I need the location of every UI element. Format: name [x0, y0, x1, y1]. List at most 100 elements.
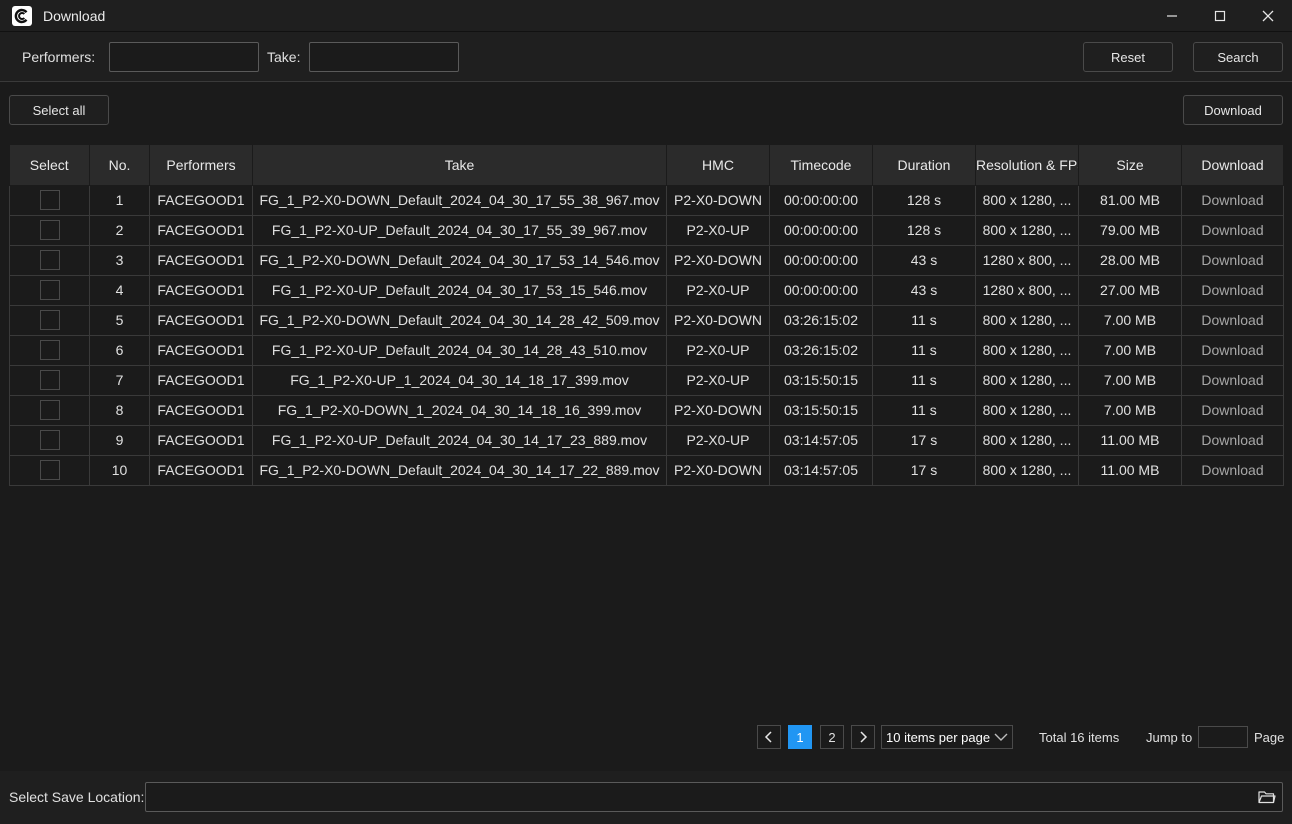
filter-bar: Performers: Take: Reset Search: [0, 32, 1292, 82]
download-link[interactable]: Download: [1181, 455, 1284, 486]
row-checkbox[interactable]: [39, 400, 60, 420]
download-link[interactable]: Download: [1181, 365, 1284, 396]
download-link[interactable]: Download: [1181, 185, 1284, 216]
reset-button[interactable]: Reset: [1083, 42, 1173, 72]
resolution-cell: 800 x 1280, ...: [975, 215, 1079, 246]
table-row: 7 FACEGOOD1 FG_1_P2-X0-UP_1_2024_04_30_1…: [9, 365, 1284, 396]
no-cell: 10: [89, 455, 150, 486]
minimize-button[interactable]: [1148, 0, 1196, 32]
timecode-cell: 03:26:15:02: [769, 335, 873, 366]
resolution-cell: 800 x 1280, ...: [975, 455, 1079, 486]
select-cell: [9, 185, 90, 216]
select-cell: [9, 395, 90, 426]
items-per-page-select[interactable]: 10 items per page: [881, 725, 1013, 749]
select-cell: [9, 275, 90, 306]
take-cell: FG_1_P2-X0-DOWN_Default_2024_04_30_14_28…: [252, 305, 667, 336]
download-link[interactable]: Download: [1181, 395, 1284, 426]
duration-cell: 17 s: [872, 425, 976, 456]
resolution-cell: 800 x 1280, ...: [975, 305, 1079, 336]
duration-cell: 11 s: [872, 305, 976, 336]
maximize-icon: [1214, 10, 1226, 22]
jump-to-label: Jump to: [1146, 730, 1193, 745]
header-download[interactable]: Download: [1181, 145, 1284, 186]
row-checkbox[interactable]: [39, 340, 60, 360]
total-items-label: Total 16 items: [1039, 730, 1120, 745]
download-link[interactable]: Download: [1181, 275, 1284, 306]
performers-input[interactable]: [109, 42, 259, 72]
header-performers[interactable]: Performers: [149, 145, 253, 186]
take-cell: FG_1_P2-X0-DOWN_Default_2024_04_30_17_55…: [252, 185, 667, 216]
timecode-cell: 00:00:00:00: [769, 215, 873, 246]
window-title: Download: [43, 7, 106, 24]
table-header-row: Select No. Performers Take HMC Timecode …: [9, 145, 1284, 186]
page-button-1[interactable]: 1: [788, 725, 812, 749]
row-checkbox[interactable]: [39, 190, 60, 210]
header-hmc[interactable]: HMC: [666, 145, 770, 186]
row-checkbox[interactable]: [39, 280, 60, 300]
select-all-button[interactable]: Select all: [9, 95, 109, 125]
header-no[interactable]: No.: [89, 145, 150, 186]
size-cell: 7.00 MB: [1078, 335, 1182, 366]
duration-cell: 128 s: [872, 185, 976, 216]
prev-page-button[interactable]: [757, 725, 781, 749]
take-cell: FG_1_P2-X0-UP_Default_2024_04_30_17_55_3…: [252, 215, 667, 246]
take-input[interactable]: [309, 42, 459, 72]
page-button-2[interactable]: 2: [820, 725, 844, 749]
size-cell: 27.00 MB: [1078, 275, 1182, 306]
jump-to-page-input[interactable]: [1198, 726, 1248, 748]
hmc-cell: P2-X0-DOWN: [666, 395, 770, 426]
row-checkbox[interactable]: [39, 220, 60, 240]
chevron-right-icon: [860, 731, 868, 743]
download-selected-button[interactable]: Download: [1183, 95, 1283, 125]
next-page-button[interactable]: [851, 725, 875, 749]
timecode-cell: 00:00:00:00: [769, 245, 873, 276]
title-bar: Download: [0, 0, 1292, 32]
download-link[interactable]: Download: [1181, 245, 1284, 276]
resolution-cell: 1280 x 800, ...: [975, 275, 1079, 306]
size-cell: 81.00 MB: [1078, 185, 1182, 216]
duration-cell: 11 s: [872, 395, 976, 426]
select-cell: [9, 365, 90, 396]
header-size[interactable]: Size: [1078, 145, 1182, 186]
header-take[interactable]: Take: [252, 145, 667, 186]
search-button[interactable]: Search: [1193, 42, 1283, 72]
table-row: 6 FACEGOOD1 FG_1_P2-X0-UP_Default_2024_0…: [9, 335, 1284, 366]
close-button[interactable]: [1244, 0, 1292, 32]
size-cell: 11.00 MB: [1078, 455, 1182, 486]
minimize-icon: [1167, 15, 1177, 17]
duration-cell: 11 s: [872, 365, 976, 396]
maximize-button[interactable]: [1196, 0, 1244, 32]
row-checkbox[interactable]: [39, 430, 60, 450]
select-cell: [9, 215, 90, 246]
table-row: 9 FACEGOOD1 FG_1_P2-X0-UP_Default_2024_0…: [9, 425, 1284, 456]
select-cell: [9, 245, 90, 276]
download-link[interactable]: Download: [1181, 215, 1284, 246]
hmc-cell: P2-X0-UP: [666, 275, 770, 306]
performer-cell: FACEGOOD1: [149, 245, 253, 276]
size-cell: 79.00 MB: [1078, 215, 1182, 246]
performer-cell: FACEGOOD1: [149, 185, 253, 216]
header-duration[interactable]: Duration: [872, 145, 976, 186]
take-cell: FG_1_P2-X0-DOWN_Default_2024_04_30_17_53…: [252, 245, 667, 276]
download-link[interactable]: Download: [1181, 305, 1284, 336]
take-cell: FG_1_P2-X0-UP_Default_2024_04_30_17_53_1…: [252, 275, 667, 306]
row-checkbox[interactable]: [39, 460, 60, 480]
resolution-cell: 800 x 1280, ...: [975, 335, 1079, 366]
row-checkbox[interactable]: [39, 310, 60, 330]
download-link[interactable]: Download: [1181, 335, 1284, 366]
row-checkbox[interactable]: [39, 250, 60, 270]
performer-cell: FACEGOOD1: [149, 215, 253, 246]
header-timecode[interactable]: Timecode: [769, 145, 873, 186]
row-checkbox[interactable]: [39, 370, 60, 390]
header-select[interactable]: Select: [9, 145, 90, 186]
save-location-input[interactable]: [145, 782, 1283, 812]
performer-cell: FACEGOOD1: [149, 275, 253, 306]
hmc-cell: P2-X0-UP: [666, 425, 770, 456]
download-link[interactable]: Download: [1181, 425, 1284, 456]
browse-folder-button[interactable]: [1256, 787, 1278, 807]
size-cell: 7.00 MB: [1078, 365, 1182, 396]
header-resolution[interactable]: Resolution & FPS: [975, 145, 1079, 186]
size-cell: 7.00 MB: [1078, 305, 1182, 336]
take-cell: FG_1_P2-X0-UP_Default_2024_04_30_14_28_4…: [252, 335, 667, 366]
timecode-cell: 00:00:00:00: [769, 185, 873, 216]
